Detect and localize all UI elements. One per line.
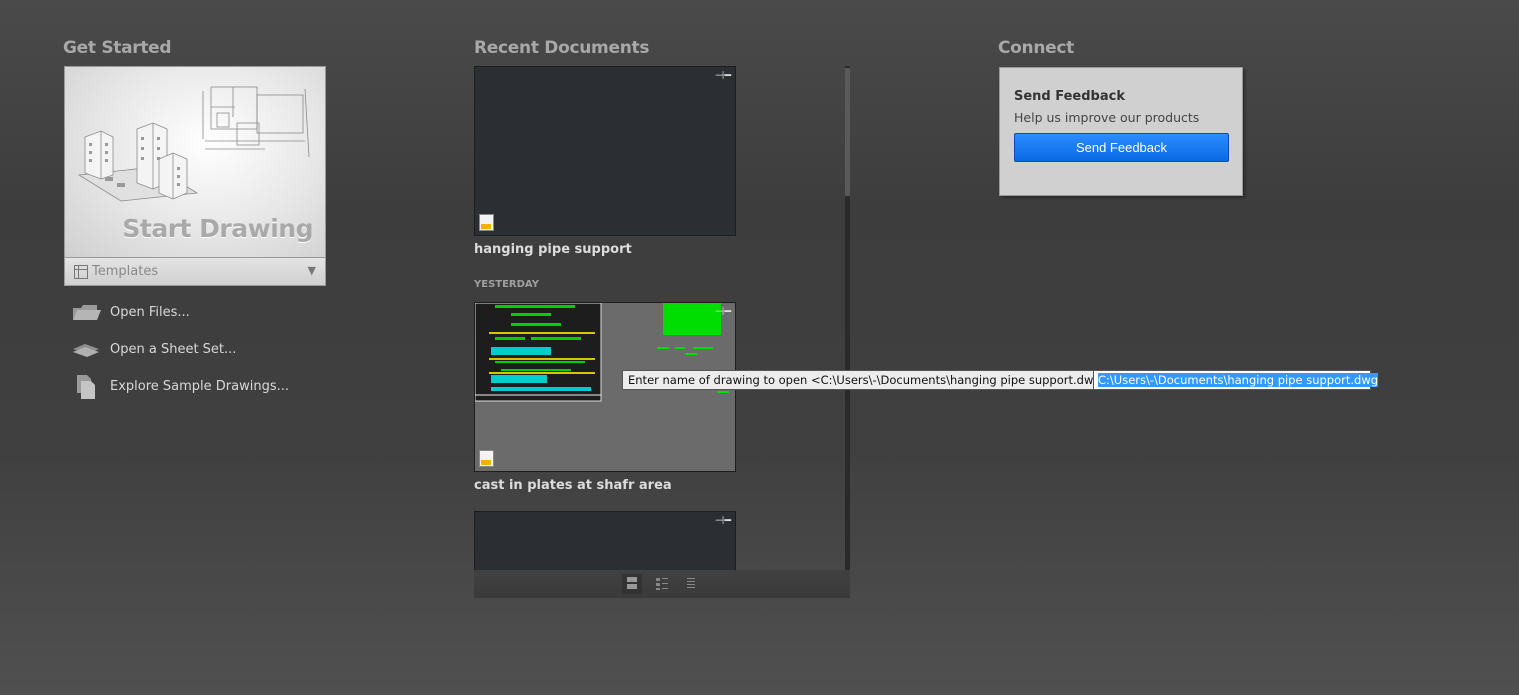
command-prompt-label: Enter name of drawing to open <C:\Users\… [622,370,1121,390]
recent-documents-title: Recent Documents [474,38,650,58]
recent-document-name[interactable]: hanging pipe support [474,242,632,257]
pin-icon[interactable]: ⊣━ [715,305,731,318]
small-thumbnails-view-button[interactable] [652,574,672,594]
sample-drawings-icon [70,374,102,399]
chevron-down-icon: ▼ [307,264,316,277]
recent-document-thumbnail[interactable]: ⊣━ [474,511,736,570]
open-folder-icon [70,300,102,324]
open-sheet-set-label: Open a Sheet Set... [110,341,237,357]
section-yesterday: YESTERDAY [474,279,539,290]
dwg-file-icon [479,214,494,231]
command-input-field[interactable]: C:\Users\-\Documents\hanging pipe suppor… [1093,370,1379,390]
list-icon [687,578,695,588]
dwg-file-icon [479,450,494,467]
pin-icon[interactable]: ⊣━ [715,514,731,527]
start-drawing-tile[interactable]: Start Drawing [64,66,326,258]
start-drawing-label: Start Drawing [122,214,313,243]
sheet-set-icon [70,337,102,361]
large-thumbnails-view-button[interactable] [622,574,642,594]
connect-title: Connect [998,38,1074,58]
templates-label: Templates [92,264,159,279]
pin-icon[interactable]: ⊣━ [715,69,731,82]
large-thumbnails-icon [627,577,637,589]
small-thumbnails-icon [656,578,668,590]
get-started-title: Get Started [63,38,172,58]
open-files-link[interactable]: Open Files... [70,298,190,326]
feedback-title: Send Feedback [1014,89,1125,104]
open-sheet-set-link[interactable]: Open a Sheet Set... [70,335,236,363]
list-view-button[interactable] [681,574,701,594]
recent-document-thumbnail[interactable]: ⊣━ [474,66,736,236]
explore-sample-drawings-label: Explore Sample Drawings... [110,378,290,394]
scrollbar-thumb[interactable] [845,68,850,196]
template-icon [74,264,88,279]
command-input-value[interactable]: C:\Users\-\Documents\hanging pipe suppor… [1098,373,1379,387]
feedback-subtitle: Help us improve our products [1014,110,1200,125]
explore-sample-drawings-link[interactable]: Explore Sample Drawings... [70,372,289,400]
send-feedback-card: Send Feedback Help us improve our produc… [999,67,1243,196]
recent-document-name[interactable]: cast in plates at shafr area [474,478,672,493]
templates-dropdown[interactable]: Templates ▼ [64,257,326,286]
send-feedback-button[interactable]: Send Feedback [1014,133,1229,162]
open-files-label: Open Files... [110,304,190,320]
